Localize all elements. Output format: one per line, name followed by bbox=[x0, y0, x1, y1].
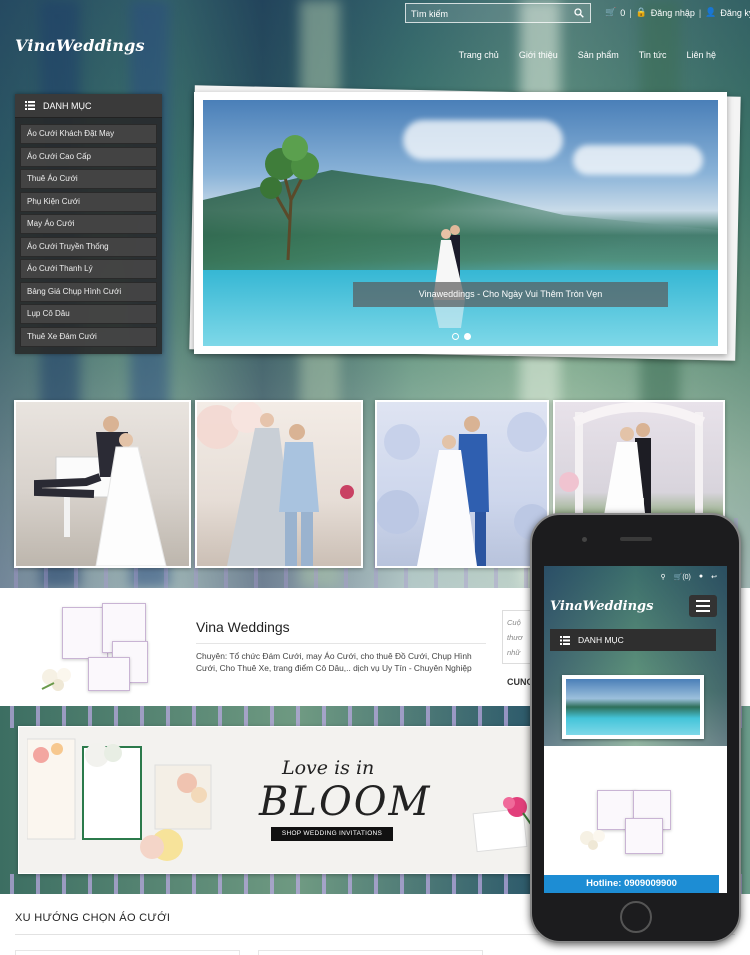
site-logo[interactable]: VinaWeddings bbox=[15, 36, 145, 55]
card-with-flower-image bbox=[472, 797, 534, 853]
category-item[interactable]: Áo Cưới Thanh Lý bbox=[20, 259, 157, 279]
mobile-category-menu[interactable]: DANH MỤC bbox=[550, 629, 716, 651]
main-nav: Trang chủ Giới thiệu Sản phẩm Tin tức Li… bbox=[459, 50, 716, 60]
banner-headline: Love is in bbox=[282, 757, 375, 779]
search-icon[interactable]: ⚲ bbox=[660, 573, 665, 581]
couple-illustration bbox=[433, 225, 465, 328]
cart-count[interactable]: 0 bbox=[620, 8, 625, 18]
mobile-cart-count[interactable]: (0) bbox=[682, 574, 691, 581]
hero-slider: Vinaweddings - Cho Ngày Vui Thêm Tròn Vẹ… bbox=[194, 92, 727, 354]
mobile-slider[interactable] bbox=[562, 675, 704, 739]
product-card[interactable] bbox=[15, 950, 240, 955]
cart-icon[interactable]: 🛒(0) bbox=[674, 573, 691, 581]
register-link[interactable]: Đăng ký bbox=[720, 8, 750, 18]
separator: | bbox=[698, 7, 702, 18]
search-input[interactable] bbox=[406, 5, 566, 23]
category-item[interactable]: Áo Cưới Cao Cấp bbox=[20, 146, 157, 167]
category-title: DANH MỤC bbox=[43, 100, 92, 111]
gallery-photo[interactable] bbox=[14, 400, 191, 568]
section-title: XU HƯỚNG CHỌN ÁO CƯỚI bbox=[15, 912, 171, 924]
invitation-collage-image bbox=[27, 738, 212, 861]
tree-illustration bbox=[260, 135, 319, 260]
search-box[interactable] bbox=[405, 3, 591, 23]
nav-home[interactable]: Trang chủ bbox=[459, 50, 499, 60]
hamburger-menu-icon[interactable] bbox=[689, 595, 717, 617]
top-links: 🛒 0 | 🔒 Đăng nhập | 👤 Đăng ký bbox=[605, 7, 750, 18]
phone-mockup: ⚲ 🛒(0) ● ↩ VinaWeddings DANH MỤC Hotline… bbox=[530, 513, 741, 943]
category-item[interactable]: Thuê Áo Cưới bbox=[20, 169, 157, 189]
slider-dot[interactable] bbox=[452, 333, 459, 340]
phone-speaker bbox=[620, 537, 652, 541]
mobile-logo[interactable]: VinaWeddings bbox=[550, 599, 653, 614]
category-list: Áo Cưới Khách Đặt May Áo Cưới Cao Cấp Th… bbox=[15, 118, 162, 347]
category-item[interactable]: Bảng Giá Chụp Hình Cưới bbox=[20, 281, 157, 302]
nav-about[interactable]: Giới thiệu bbox=[519, 50, 558, 60]
gallery-photo[interactable] bbox=[375, 400, 549, 568]
phone-home-button bbox=[620, 901, 652, 933]
nav-contact[interactable]: Liên hệ bbox=[686, 50, 716, 60]
slider-dot-active[interactable] bbox=[464, 333, 471, 340]
flower-icon bbox=[41, 668, 71, 691]
lock-icon: 🔒 bbox=[635, 7, 647, 17]
photo-paper-roses-couple bbox=[377, 412, 547, 566]
mobile-category-title: DANH MỤC bbox=[578, 635, 624, 645]
slide-caption[interactable]: Vinaweddings - Cho Ngày Vui Thêm Tròn Vẹ… bbox=[353, 282, 668, 307]
product-card[interactable] bbox=[258, 950, 483, 955]
about-text: Chuyên: Tổ chức Đám Cưới, may Áo Cưới, c… bbox=[196, 651, 472, 673]
about-title: Vina Weddings bbox=[196, 619, 290, 635]
phone-screen: ⚲ 🛒(0) ● ↩ VinaWeddings DANH MỤC Hotline… bbox=[544, 566, 727, 893]
promo-banner[interactable]: Love is in BLOOM SHOP WEDDING INVITATION… bbox=[18, 726, 538, 874]
separator: | bbox=[629, 7, 632, 18]
photo-flower-couple bbox=[197, 402, 354, 566]
cart-icon[interactable]: 🛒 bbox=[605, 7, 616, 18]
category-item[interactable]: Phụ Kiện Cưới bbox=[20, 191, 157, 212]
cloud bbox=[403, 120, 563, 160]
search-icon[interactable] bbox=[574, 8, 584, 18]
category-menu: DANH MỤC Áo Cưới Khách Đặt May Áo Cưới C… bbox=[15, 94, 162, 354]
list-icon bbox=[25, 101, 35, 110]
list-icon bbox=[560, 635, 570, 645]
category-header: DANH MỤC bbox=[15, 94, 162, 118]
flower-icon bbox=[580, 830, 605, 850]
shop-invitations-button[interactable]: SHOP WEDDING INVITATIONS bbox=[271, 827, 393, 841]
category-item[interactable]: Áo Cưới Khách Đặt May bbox=[20, 124, 157, 144]
invitation-card bbox=[88, 657, 130, 691]
user-icon[interactable]: ● bbox=[699, 573, 703, 581]
hotline-bar[interactable]: Hotline: 0909009900 bbox=[544, 875, 719, 893]
slide-image[interactable]: Vinaweddings - Cho Ngày Vui Thêm Tròn Vẹ… bbox=[203, 100, 718, 346]
mobile-invitation-image bbox=[577, 790, 677, 860]
category-item[interactable]: May Áo Cưới bbox=[20, 214, 157, 234]
banner-title: BLOOM bbox=[259, 779, 432, 825]
slider-dots bbox=[452, 333, 471, 340]
nav-news[interactable]: Tin tức bbox=[639, 50, 667, 60]
login-link[interactable]: Đăng nhập bbox=[651, 8, 695, 18]
phone-camera bbox=[582, 537, 587, 542]
category-item[interactable]: Thuê Xe Đám Cưới bbox=[20, 326, 157, 347]
category-item[interactable]: Áo Cưới Truyền Thống bbox=[20, 236, 157, 257]
invitation-card bbox=[625, 818, 663, 854]
photo-piano-couple bbox=[34, 416, 167, 566]
nav-products[interactable]: Sản phẩm bbox=[578, 50, 619, 60]
category-item[interactable]: Lụp Cô Dâu bbox=[20, 304, 157, 324]
gallery-photo[interactable] bbox=[195, 400, 363, 568]
invitation-cards-image bbox=[38, 603, 153, 691]
cloud bbox=[573, 145, 703, 175]
user-plus-icon: 👤 bbox=[705, 7, 717, 17]
mobile-top-icons: ⚲ 🛒(0) ● ↩ bbox=[660, 573, 717, 581]
login-icon[interactable]: ↩ bbox=[711, 573, 717, 581]
divider bbox=[196, 643, 486, 644]
